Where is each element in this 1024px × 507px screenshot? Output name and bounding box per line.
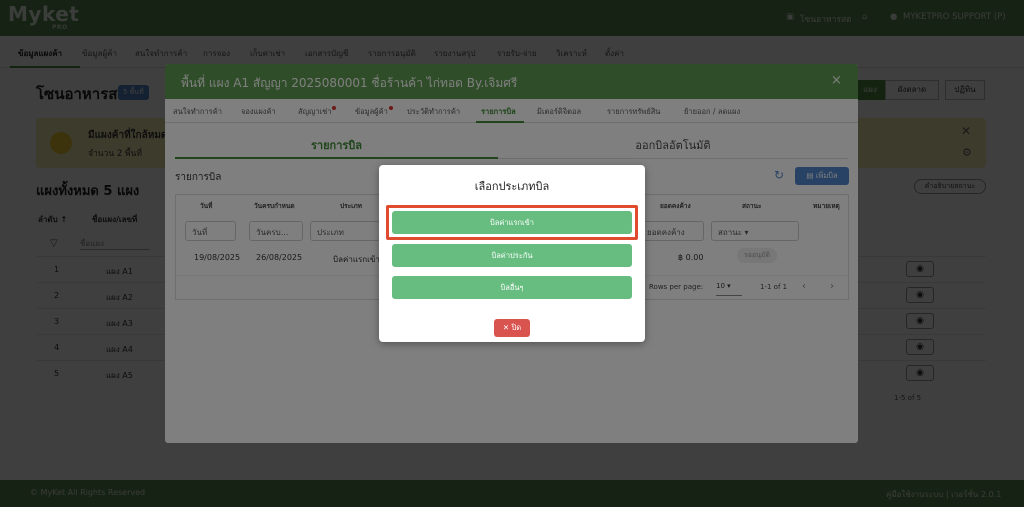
deposit-bill-button[interactable]: บิลค่าประกัน [392,244,632,267]
bill-type-modal: เลือกประเภทบิล บิลค่าแรกเข้า บิลค่าประกั… [379,165,645,342]
entry-fee-bill-button[interactable]: บิลค่าแรกเข้า [392,211,632,234]
close-icon: ✕ [502,323,512,332]
other-bill-button[interactable]: บิลอื่นๆ [392,276,632,299]
modal-title: เลือกประเภทบิล [474,180,550,193]
close-label: ปิด [511,323,522,332]
close-button[interactable]: ✕ ปิด [494,319,530,337]
